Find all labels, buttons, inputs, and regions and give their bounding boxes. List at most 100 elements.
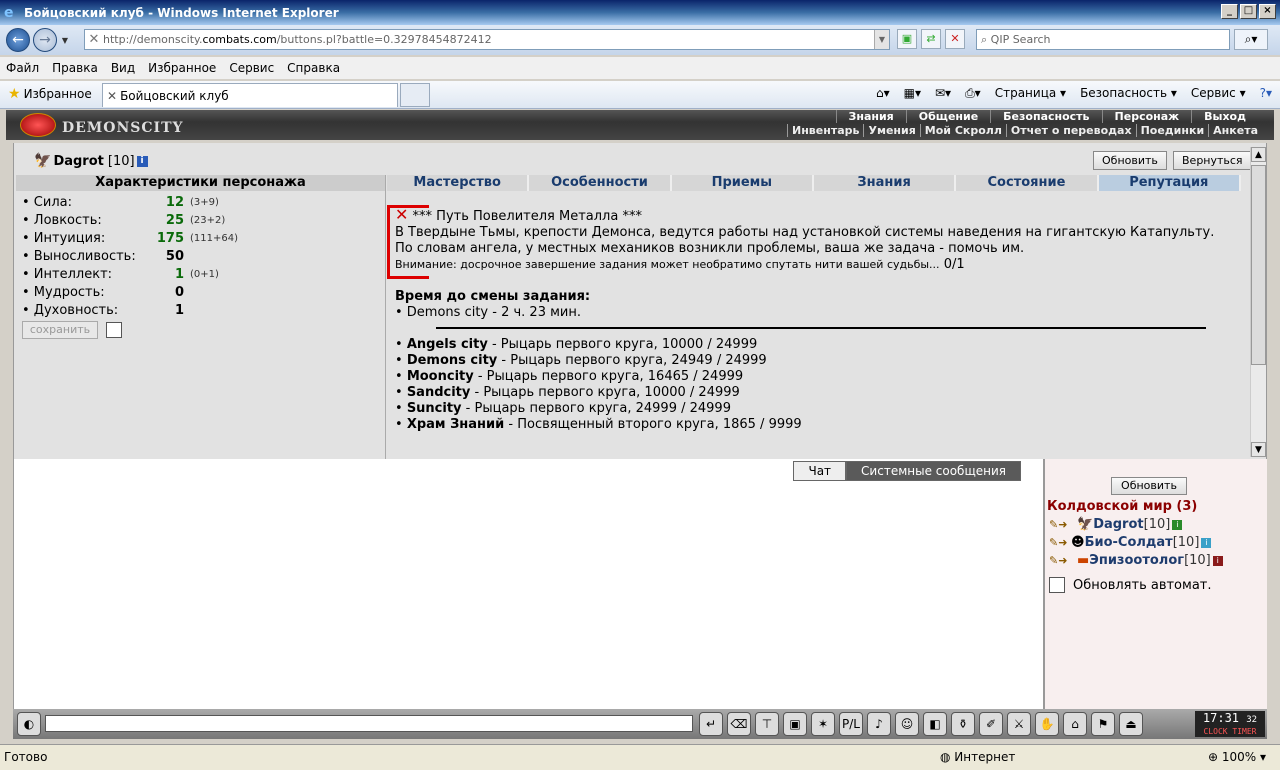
history-dropdown-icon[interactable]: ▼: [59, 36, 71, 45]
private-message-icon[interactable]: ✎➜: [1049, 536, 1071, 549]
url-text[interactable]: http://demonscity.combats.com/buttons.pl…: [103, 33, 874, 46]
list-item[interactable]: ✎➜ 🦅 Dagrot [10] i: [1049, 517, 1183, 532]
hand-icon[interactable]: ✋: [1035, 712, 1059, 736]
print-icon[interactable]: ⎙▾: [965, 86, 981, 101]
send-icon[interactable]: ↵: [699, 712, 723, 736]
nav-knowledge[interactable]: Знания: [835, 110, 906, 123]
menu-edit[interactable]: Правка: [52, 61, 98, 75]
list-item[interactable]: ✎➜ ▬ Эпизоотолог [10] i: [1049, 553, 1223, 568]
flag-icon[interactable]: ⚑: [1091, 712, 1115, 736]
info-icon[interactable]: i: [1172, 519, 1183, 530]
mail-icon[interactable]: ✉▾: [935, 86, 951, 101]
nav-exit[interactable]: Выход: [1191, 110, 1258, 123]
filter-icon[interactable]: ⊤: [755, 712, 779, 736]
quest-warning: Внимание: досрочное завершение задания м…: [395, 258, 940, 271]
auto-refresh-row: Обновлять автомат.: [1049, 577, 1212, 593]
nav-character[interactable]: Персонаж: [1101, 110, 1192, 123]
subnav-transfers[interactable]: Отчет о переводах: [1005, 124, 1136, 137]
help-icon[interactable]: ?▾: [1260, 86, 1272, 101]
zoom-control[interactable]: ⊕ 100% ▾: [1208, 750, 1266, 764]
address-bar[interactable]: ✕ http://demonscity.combats.com/buttons.…: [84, 29, 890, 50]
favorites-bar: ★ Избранное ✕ Бойцовский клуб ⌂▾ ▦▾ ✉▾ ⎙▾ …: [0, 81, 1280, 109]
scroll-up-icon[interactable]: ▲: [1251, 147, 1266, 162]
nav-communication[interactable]: Общение: [905, 110, 990, 123]
exit-icon[interactable]: ⏏: [1119, 712, 1143, 736]
star-icon: ★: [8, 86, 21, 102]
save-button[interactable]: сохранить: [22, 321, 98, 339]
nav-security[interactable]: Безопасность: [990, 110, 1101, 123]
info-icon[interactable]: i: [1212, 555, 1223, 566]
tab-techniques[interactable]: Приемы: [671, 175, 814, 191]
bag-icon[interactable]: ⚱: [951, 712, 975, 736]
tab-system-messages[interactable]: Системные сообщения: [846, 461, 1021, 481]
speed-icon[interactable]: ◧: [923, 712, 947, 736]
info-tabs: Мастерство Особенности Приемы Знания Сос…: [387, 175, 1241, 191]
browser-tab[interactable]: ✕ Бойцовский клуб: [102, 83, 398, 107]
vertical-scrollbar[interactable]: ▲ ▼: [1250, 147, 1266, 457]
search-input[interactable]: ⌕ QIP Search: [976, 29, 1230, 50]
cmd-safety[interactable]: Безопасность ▾: [1080, 86, 1177, 101]
forward-button[interactable]: →: [33, 28, 57, 52]
smile-icon[interactable]: ☺: [895, 712, 919, 736]
chat-input[interactable]: [45, 715, 693, 732]
subnav-skills[interactable]: Умения: [863, 124, 919, 137]
menu-help[interactable]: Справка: [287, 61, 340, 75]
stats-title: Характеристики персонажа: [16, 175, 385, 191]
search-go-button[interactable]: ⌕▾: [1234, 29, 1268, 50]
tab-features[interactable]: Особенности: [529, 175, 672, 191]
subnav-battles[interactable]: Поединки: [1135, 124, 1209, 137]
cmd-page[interactable]: Страница ▾: [995, 86, 1066, 101]
subnav-scroll[interactable]: Мой Скролл: [919, 124, 1006, 137]
tab-chat[interactable]: Чат: [793, 461, 847, 481]
home-icon[interactable]: ⌂▾: [876, 86, 890, 101]
new-tab-button[interactable]: [400, 83, 430, 107]
scroll-down-icon[interactable]: ▼: [1251, 442, 1266, 457]
cmd-tools[interactable]: Сервис ▾: [1191, 86, 1246, 101]
menu-view[interactable]: Вид: [111, 61, 135, 75]
back-button[interactable]: ←: [6, 28, 30, 52]
stop-icon[interactable]: ✕: [945, 29, 965, 49]
clear-icon[interactable]: ⌫: [727, 712, 751, 736]
refresh-button[interactable]: Обновить: [1093, 151, 1167, 170]
tab-knowledge[interactable]: Знания: [813, 175, 957, 191]
tab-reputation[interactable]: Репутация: [1098, 175, 1241, 191]
quest-text: В Твердыне Тьмы, крепости Демонса, ведут…: [395, 225, 1215, 256]
menu-favorites[interactable]: Избранное: [148, 61, 216, 75]
feeds-icon[interactable]: ▦▾: [904, 86, 921, 101]
save-checkbox[interactable]: [106, 322, 122, 338]
translit-icon[interactable]: P/L: [839, 712, 863, 736]
tab-state[interactable]: Состояние: [956, 175, 1099, 191]
close-window-button[interactable]: ×: [1259, 4, 1276, 19]
compat-view-icon[interactable]: ▣: [897, 29, 917, 49]
scroll-icon[interactable]: ✐: [979, 712, 1003, 736]
tab-mastery[interactable]: Мастерство: [387, 175, 530, 191]
info-icon[interactable]: i: [1201, 537, 1212, 548]
fight-icon[interactable]: ⚔: [1007, 712, 1031, 736]
list-item[interactable]: ✎➜ ☻ Био-Солдат [10] i: [1049, 535, 1212, 550]
auto-refresh-checkbox[interactable]: [1049, 577, 1065, 593]
subnav-profile[interactable]: Анкета: [1208, 124, 1262, 137]
house-icon[interactable]: ⌂: [1063, 712, 1087, 736]
maximize-button[interactable]: □: [1240, 4, 1257, 19]
sound-icon[interactable]: ♪: [867, 712, 891, 736]
scroll-thumb[interactable]: [1251, 165, 1266, 365]
online-refresh-button[interactable]: Обновить: [1111, 477, 1187, 495]
refresh-icon[interactable]: ⇄: [921, 29, 941, 49]
globe-icon: ◍: [940, 750, 955, 764]
emotion-icon[interactable]: ✶: [811, 712, 835, 736]
chat-area[interactable]: Чат Системные сообщения: [13, 459, 1043, 709]
online-panel: Обновить Колдовской мир (3) ✎➜ 🦅 Dagrot [10…: [1043, 459, 1267, 709]
info-icon[interactable]: i: [136, 155, 148, 167]
private-message-icon[interactable]: ✎➜: [1049, 554, 1071, 567]
subnav-inventory[interactable]: Инвентарь: [787, 124, 863, 137]
private-message-icon[interactable]: ✎➜: [1049, 518, 1071, 531]
favorites-button[interactable]: ★ Избранное: [8, 86, 92, 102]
cancel-quest-icon[interactable]: ✕: [395, 205, 408, 224]
back-return-button[interactable]: Вернуться: [1173, 151, 1252, 170]
address-dropdown-icon[interactable]: ▼: [874, 30, 889, 49]
chat-settings-icon[interactable]: ◐: [17, 712, 41, 736]
save-log-icon[interactable]: ▣: [783, 712, 807, 736]
minimize-button[interactable]: _: [1221, 4, 1238, 19]
menu-tools[interactable]: Сервис: [229, 61, 274, 75]
menu-file[interactable]: Файл: [6, 61, 39, 75]
